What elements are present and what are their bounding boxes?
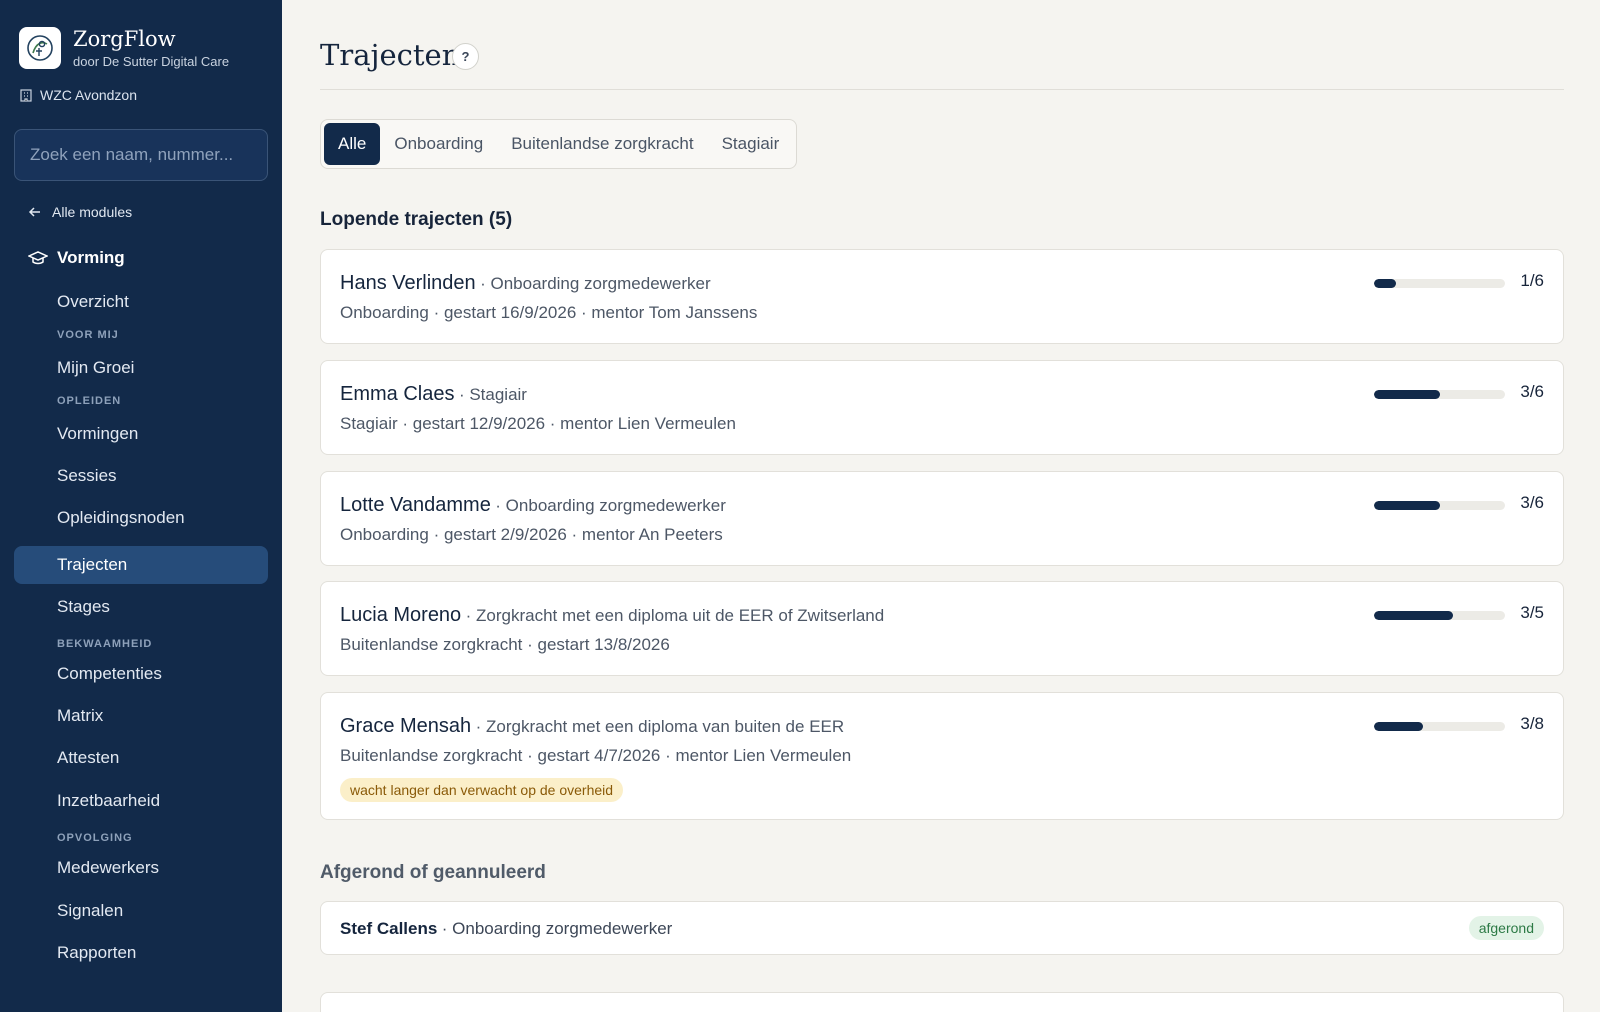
trajectory-details: Onboarding · gestart 16/9/2026 · mentor … (340, 303, 758, 322)
step-count: 3/5 (1520, 603, 1544, 622)
trajectory-card[interactable]: Grace Mensah · Zorgkracht met een diplom… (320, 692, 1564, 820)
trajectory-type: · Onboarding zorgmedewerker (480, 274, 711, 293)
progress-fill (1374, 501, 1440, 510)
progress-bar (1374, 390, 1505, 399)
progress-bar (1374, 611, 1505, 620)
module-vorming[interactable]: Vorming (28, 248, 125, 268)
sidebar-item-signalen[interactable]: Signalen (14, 892, 268, 930)
sidebar: ZorgFlow door De Sutter Digital Care WZC… (0, 0, 282, 1012)
section-voor-mij: VOOR MIJ (57, 329, 119, 341)
sidebar-item-attesten[interactable]: Attesten (14, 739, 268, 777)
step-count: 1/6 (1520, 271, 1544, 290)
section-bekwaamheid: BEKWAAMHEID (57, 638, 153, 650)
trajectory-card[interactable]: Lotte Vandamme · Onboarding zorgmedewerk… (320, 471, 1564, 566)
sidebar-item-trajecten[interactable]: Trajecten (14, 546, 268, 584)
trajectory-card[interactable]: Emma Claes · Stagiair Stagiair · gestart… (320, 360, 1564, 455)
progress-fill (1374, 722, 1424, 731)
trajectory-type: · Onboarding zorgmedewerker (495, 496, 726, 515)
trajectory-type: · Zorgkracht met een diploma uit de EER … (465, 606, 885, 625)
brand: ZorgFlow door De Sutter Digital Care (19, 27, 229, 69)
tab-alle[interactable]: Alle (324, 123, 381, 165)
finished-trajectory-card[interactable]: Stef Callens · Onboarding zorgmedewerker… (320, 901, 1564, 955)
help-button[interactable]: ? (452, 43, 479, 70)
module-label: Vorming (57, 248, 125, 267)
sidebar-item-overzicht[interactable]: Overzicht (14, 283, 268, 321)
trajectory-details: Buitenlandse zorgkracht · gestart 13/8/2… (340, 635, 670, 654)
progress-bar (1374, 501, 1505, 510)
trajectory-type: · Stagiair (458, 385, 527, 404)
facility-name: WZC Avondzon (40, 87, 138, 103)
warning-badge: wacht langer dan verwacht op de overheid (340, 778, 624, 802)
trajectory-card[interactable]: Hans Verlinden · Onboarding zorgmedewerk… (320, 249, 1564, 344)
sidebar-item-rapporten[interactable]: Rapporten (14, 934, 268, 972)
title-divider (320, 89, 1564, 90)
status-badge: afgerond (1468, 916, 1544, 940)
sidebar-item-opleidingsnoden[interactable]: Opleidingsnoden (14, 499, 268, 537)
arrow-left-icon (28, 207, 40, 217)
trajectory-name: Hans Verlinden (340, 272, 476, 294)
progress-bar (1374, 279, 1505, 288)
running-section-title: Lopende trajecten (5) (320, 209, 513, 230)
all-modules-label: Alle modules (52, 204, 133, 220)
tab-onboarding[interactable]: Onboarding (380, 123, 497, 165)
search-input[interactable] (15, 130, 267, 180)
facility-label: WZC Avondzon (19, 87, 137, 103)
trajectory-details: Onboarding · gestart 2/9/2026 · mentor A… (340, 525, 723, 544)
progress-fill (1374, 279, 1396, 288)
finished-section-title: Afgerond of geannuleerd (320, 862, 546, 883)
trajectory-name: Lucia Moreno (340, 604, 462, 626)
sidebar-item-stages[interactable]: Stages (14, 588, 268, 626)
trajectory-name: Grace Mensah (340, 715, 472, 737)
section-opvolging: OPVOLGING (57, 832, 133, 844)
sidebar-item-vormingen[interactable]: Vormingen (14, 415, 268, 453)
trajectory-name: Lotte Vandamme (340, 494, 491, 516)
trajectory-name: Stef Callens (340, 919, 438, 938)
progress-bar (1374, 722, 1505, 731)
trajectory-card[interactable]: Lucia Moreno · Zorgkracht met een diplom… (320, 581, 1564, 676)
brand-name: ZorgFlow (73, 27, 176, 51)
sidebar-item-inzetbaarheid[interactable]: Inzetbaarheid (14, 782, 268, 820)
graduation-cap-icon (28, 251, 48, 265)
all-modules-link[interactable]: Alle modules (28, 204, 132, 220)
section-opleiden: OPLEIDEN (57, 395, 122, 407)
finished-trajectory-card-partial[interactable] (320, 992, 1564, 1012)
sidebar-item-matrix[interactable]: Matrix (14, 697, 268, 735)
progress-fill (1374, 390, 1440, 399)
trajectory-details: Stagiair · gestart 12/9/2026 · mentor Li… (340, 414, 736, 433)
sidebar-item-competenties[interactable]: Competenties (14, 655, 268, 693)
trajectory-type: · Zorgkracht met een diploma van buiten … (475, 717, 845, 736)
trajectory-name: Emma Claes (340, 383, 455, 405)
trajectory-type: · Onboarding zorgmedewerker (441, 919, 673, 938)
sidebar-item-mijn-groei[interactable]: Mijn Groei (14, 349, 268, 387)
search-box (14, 129, 268, 181)
step-count: 3/6 (1520, 382, 1544, 401)
brand-subtitle: door De Sutter Digital Care (73, 54, 230, 69)
building-icon (20, 89, 32, 102)
tab-stagiair[interactable]: Stagiair (708, 123, 794, 165)
filter-tabs: Alle Onboarding Buitenlandse zorgkracht … (320, 119, 798, 169)
page-title: Trajecten (320, 38, 461, 72)
logo-icon (19, 27, 61, 69)
tab-buitenlandse-zorgkracht[interactable]: Buitenlandse zorgkracht (497, 123, 707, 165)
step-count: 3/6 (1520, 493, 1544, 512)
progress-fill (1374, 611, 1453, 620)
main-content: Trajecten ? Alle Onboarding Buitenlandse… (282, 0, 1600, 1012)
trajectory-details: Buitenlandse zorgkracht · gestart 4/7/20… (340, 746, 852, 765)
sidebar-item-medewerkers[interactable]: Medewerkers (14, 849, 268, 887)
sidebar-item-sessies[interactable]: Sessies (14, 457, 268, 495)
step-count: 3/8 (1520, 714, 1544, 733)
